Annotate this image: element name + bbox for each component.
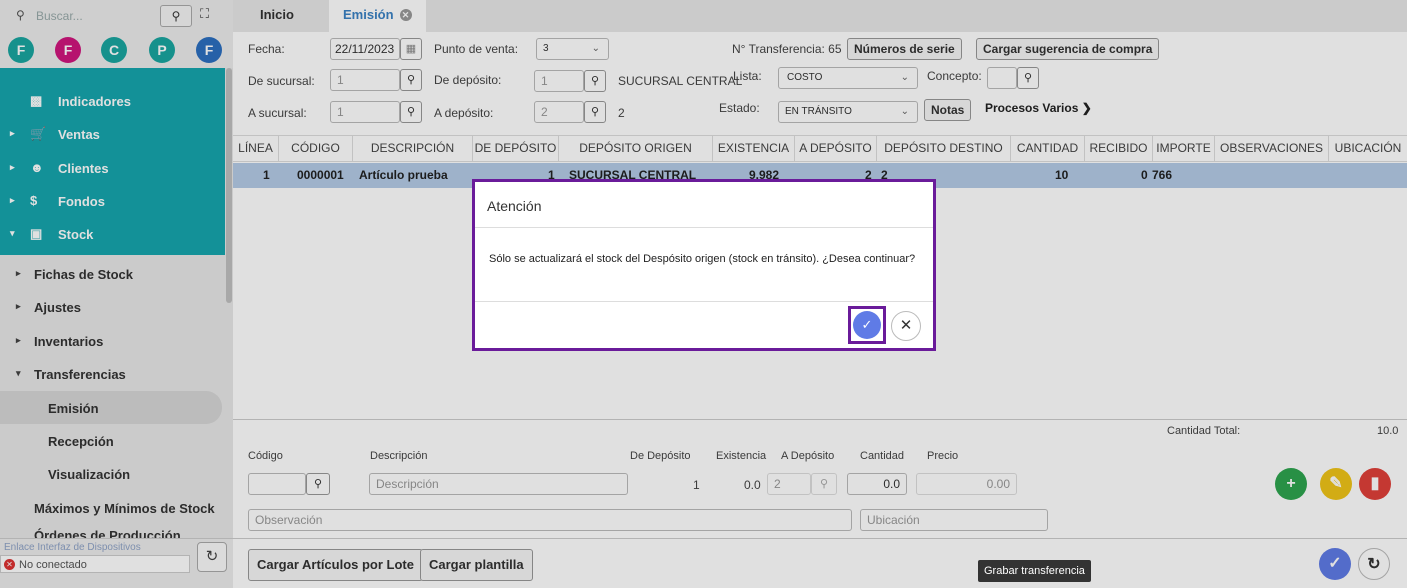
confirm-button[interactable]: ✓ xyxy=(853,311,881,339)
tooltip: Grabar transferencia xyxy=(978,560,1091,582)
confirm-highlight: ✓ xyxy=(848,306,886,344)
divider xyxy=(475,301,933,302)
dialog-message: Sólo se actualizará el stock del Despósi… xyxy=(489,253,916,265)
dialog-title: Atención xyxy=(487,198,542,214)
cancel-button[interactable]: ✕ xyxy=(891,311,921,341)
divider xyxy=(475,227,933,228)
confirm-dialog: Atención Sólo se actualizará el stock de… xyxy=(472,179,936,351)
